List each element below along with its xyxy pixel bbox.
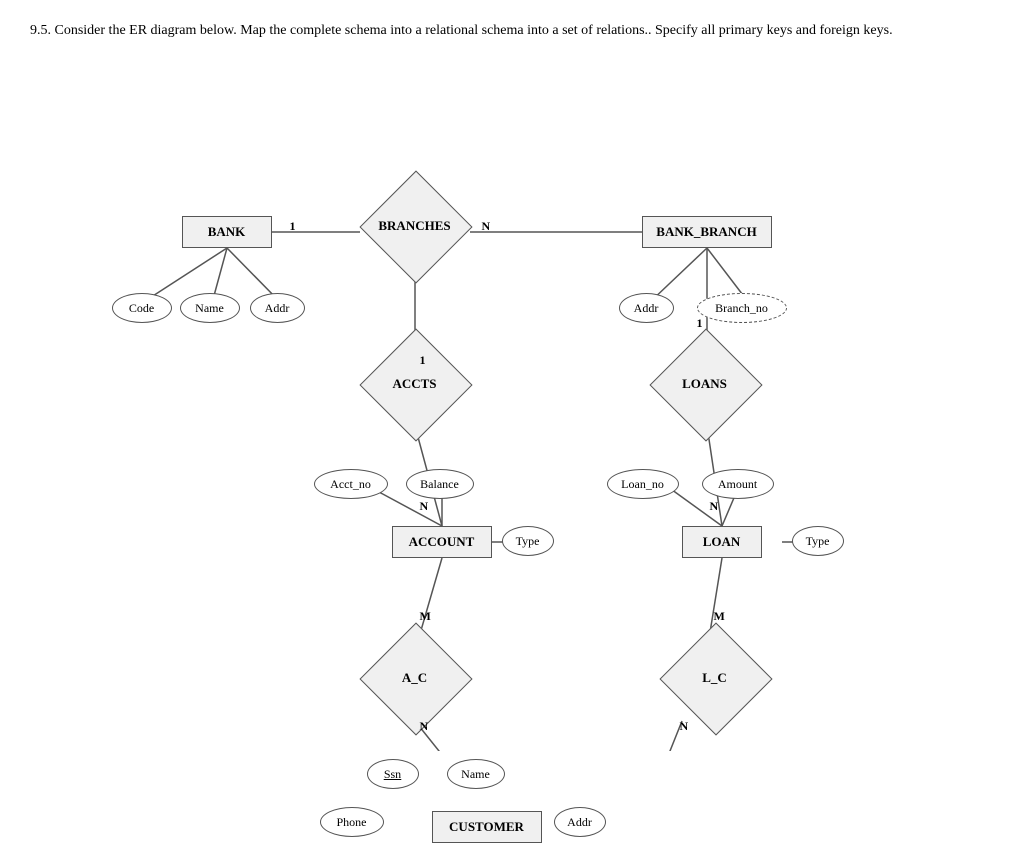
- attr-loan-no: Loan_no: [607, 469, 679, 499]
- entity-bank-branch: BANK_BRANCH: [642, 216, 772, 248]
- entity-loan: LOAN: [682, 526, 762, 558]
- attr-branch-no: Branch_no: [697, 293, 787, 323]
- diagram-lines: [62, 71, 962, 751]
- attr-phone: Phone: [320, 807, 384, 837]
- label-n-branches-bb: N: [482, 219, 491, 234]
- attr-addr-branch: Addr: [619, 293, 674, 323]
- attr-addr-cust: Addr: [554, 807, 606, 837]
- label-1-accts: 1: [420, 353, 426, 368]
- attr-amount: Amount: [702, 469, 774, 499]
- rel-loans: LOANS: [650, 349, 760, 419]
- entity-account: ACCOUNT: [392, 526, 492, 558]
- attr-type-account: Type: [502, 526, 554, 556]
- entity-bank: BANK: [182, 216, 272, 248]
- entity-customer: CUSTOMER: [432, 811, 542, 843]
- label-n-accts: N: [420, 499, 429, 514]
- label-m-ac: M: [420, 609, 431, 624]
- attr-acct-no: Acct_no: [314, 469, 388, 499]
- attr-type-loan: Type: [792, 526, 844, 556]
- label-1-branches-bank: 1: [290, 219, 296, 234]
- attr-code: Code: [112, 293, 172, 323]
- question-text: 9.5. Consider the ER diagram below. Map …: [30, 20, 930, 41]
- er-diagram: BANK BANK_BRANCH ACCOUNT LOAN CUSTOMER B…: [62, 71, 962, 751]
- label-n-ac: N: [420, 719, 429, 734]
- label-n-loans: N: [710, 499, 719, 514]
- attr-balance: Balance: [406, 469, 474, 499]
- rel-branches: BRANCHES: [360, 191, 470, 261]
- label-n-lc: N: [680, 719, 689, 734]
- label-m-lc: M: [714, 609, 725, 624]
- rel-accts: ACCTS: [360, 349, 470, 419]
- attr-ssn: Ssn: [367, 759, 419, 789]
- rel-ac: A_C: [360, 643, 470, 713]
- attr-name-bank: Name: [180, 293, 240, 323]
- rel-lc: L_C: [660, 643, 770, 713]
- label-1-loans: 1: [697, 316, 703, 331]
- attr-name-cust: Name: [447, 759, 505, 789]
- attr-addr-bank: Addr: [250, 293, 305, 323]
